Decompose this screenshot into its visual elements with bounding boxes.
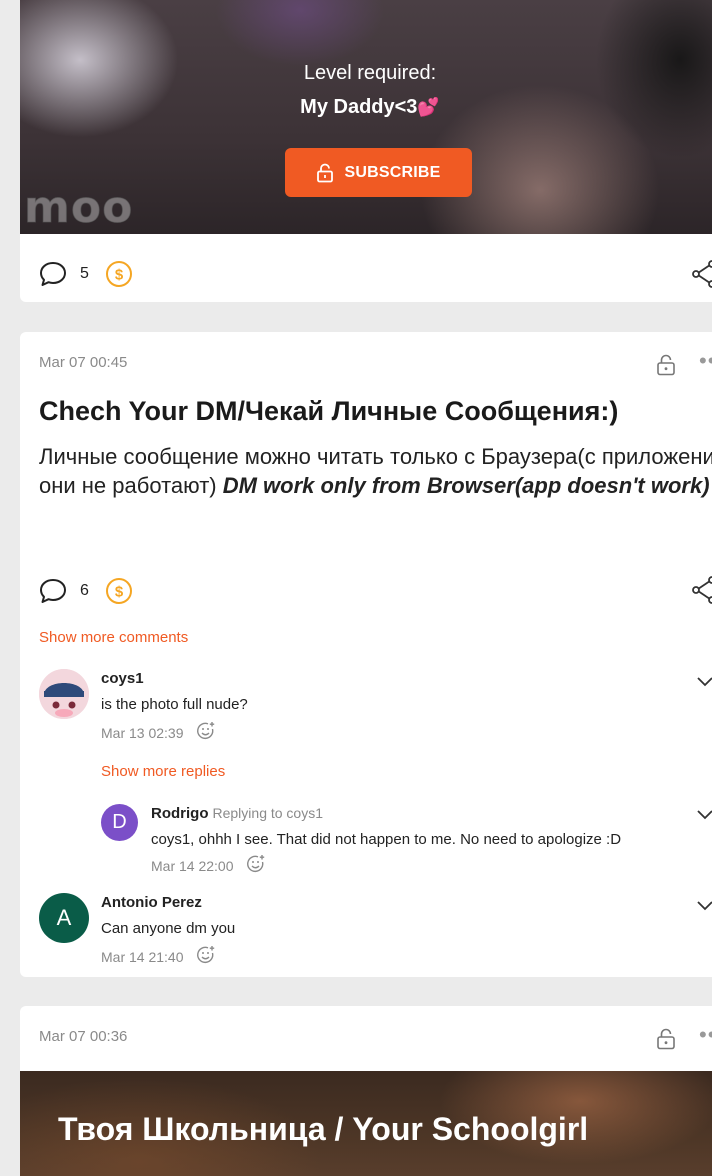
comment-count: 5 (80, 265, 89, 282)
reply-text: coys1, ohhh I see. That did not happen t… (151, 831, 622, 848)
svg-text:$: $ (115, 267, 124, 284)
post-date: Mar 07 00:36 (39, 1028, 128, 1045)
level-name-text: My Daddy<3 (300, 96, 418, 118)
add-reaction-icon[interactable] (196, 721, 216, 744)
show-more-replies-link[interactable]: Show more replies (101, 763, 225, 780)
add-reaction-icon[interactable] (196, 945, 216, 968)
lock-icon (656, 1028, 676, 1055)
share-icon[interactable] (690, 259, 712, 289)
hearts-emoji: 💕 (417, 97, 440, 117)
chevron-down-icon[interactable] (696, 899, 712, 917)
post-body: Личные сообщение можно читать только с Б… (39, 442, 712, 500)
subscribe-button[interactable]: SUBSCRIBE (285, 148, 472, 197)
post-card: Mar 07 00:36 •• Твоя Школьница / Your Sc… (20, 1006, 712, 1176)
comment-author[interactable]: Antonio Perez (101, 894, 202, 911)
post-actions: 5 $ (38, 259, 133, 289)
reply-author-name[interactable]: Rodrigo (151, 805, 209, 822)
subscribe-label: SUBSCRIBE (344, 163, 441, 181)
replying-to-label: Replying to coys1 (212, 805, 324, 821)
locked-post-card: moo Level required: My Daddy<3💕 SUBSCRIB… (20, 0, 712, 302)
post-date: Mar 07 00:45 (39, 354, 128, 371)
comment-author[interactable]: coys1 (101, 670, 144, 687)
coin-icon[interactable]: $ (105, 577, 133, 605)
coin-icon[interactable]: $ (105, 260, 133, 288)
lock-icon (656, 354, 676, 381)
post-body-emphasis: DM work only from Browser(app doesn't wo… (222, 473, 710, 498)
comment-icon[interactable] (38, 260, 68, 288)
comment-meta: Mar 13 02:39 (101, 721, 216, 744)
avatar[interactable] (39, 669, 89, 719)
unlock-icon (316, 163, 334, 183)
comment-text: Can anyone dm you (101, 920, 236, 937)
more-icon[interactable]: •• (699, 348, 712, 374)
level-name: My Daddy<3💕 (20, 96, 712, 119)
watermark: moo (23, 182, 134, 234)
comment-text: is the photo full nude? (101, 696, 248, 713)
post-media-title: Твоя Школьница / Your Schoolgirl (58, 1111, 589, 1147)
chevron-down-icon[interactable] (696, 675, 712, 693)
reply-time: Mar 14 22:00 (151, 857, 234, 874)
add-reaction-icon[interactable] (246, 854, 266, 877)
comment-icon[interactable] (38, 577, 68, 605)
comment-meta: Mar 14 21:40 (101, 945, 216, 968)
reply-author: Rodrigo Replying to coys1 (151, 805, 323, 822)
locked-post-media: moo Level required: My Daddy<3💕 SUBSCRIB… (20, 0, 712, 234)
post-media[interactable]: Твоя Школьница / Your Schoolgirl (20, 1071, 712, 1176)
more-icon[interactable]: •• (699, 1022, 712, 1048)
post-title: Chech Your DM/Чекай Личные Сообщения:) (39, 396, 619, 426)
share-icon[interactable] (690, 575, 712, 605)
comment-count: 6 (80, 582, 89, 599)
comment-time: Mar 13 02:39 (101, 724, 184, 741)
chevron-down-icon[interactable] (696, 808, 712, 826)
avatar[interactable]: A (39, 893, 89, 943)
reply-meta: Mar 14 22:00 (151, 854, 266, 877)
post-actions: 6 $ (38, 576, 133, 606)
level-required-label: Level required: (303, 62, 437, 84)
avatar[interactable]: D (101, 804, 138, 841)
svg-text:$: $ (115, 584, 124, 601)
show-more-comments-link[interactable]: Show more comments (39, 629, 188, 646)
comment-time: Mar 14 21:40 (101, 948, 184, 965)
post-card: Mar 07 00:45 •• Chech Your DM/Чекай Личн… (20, 332, 712, 977)
